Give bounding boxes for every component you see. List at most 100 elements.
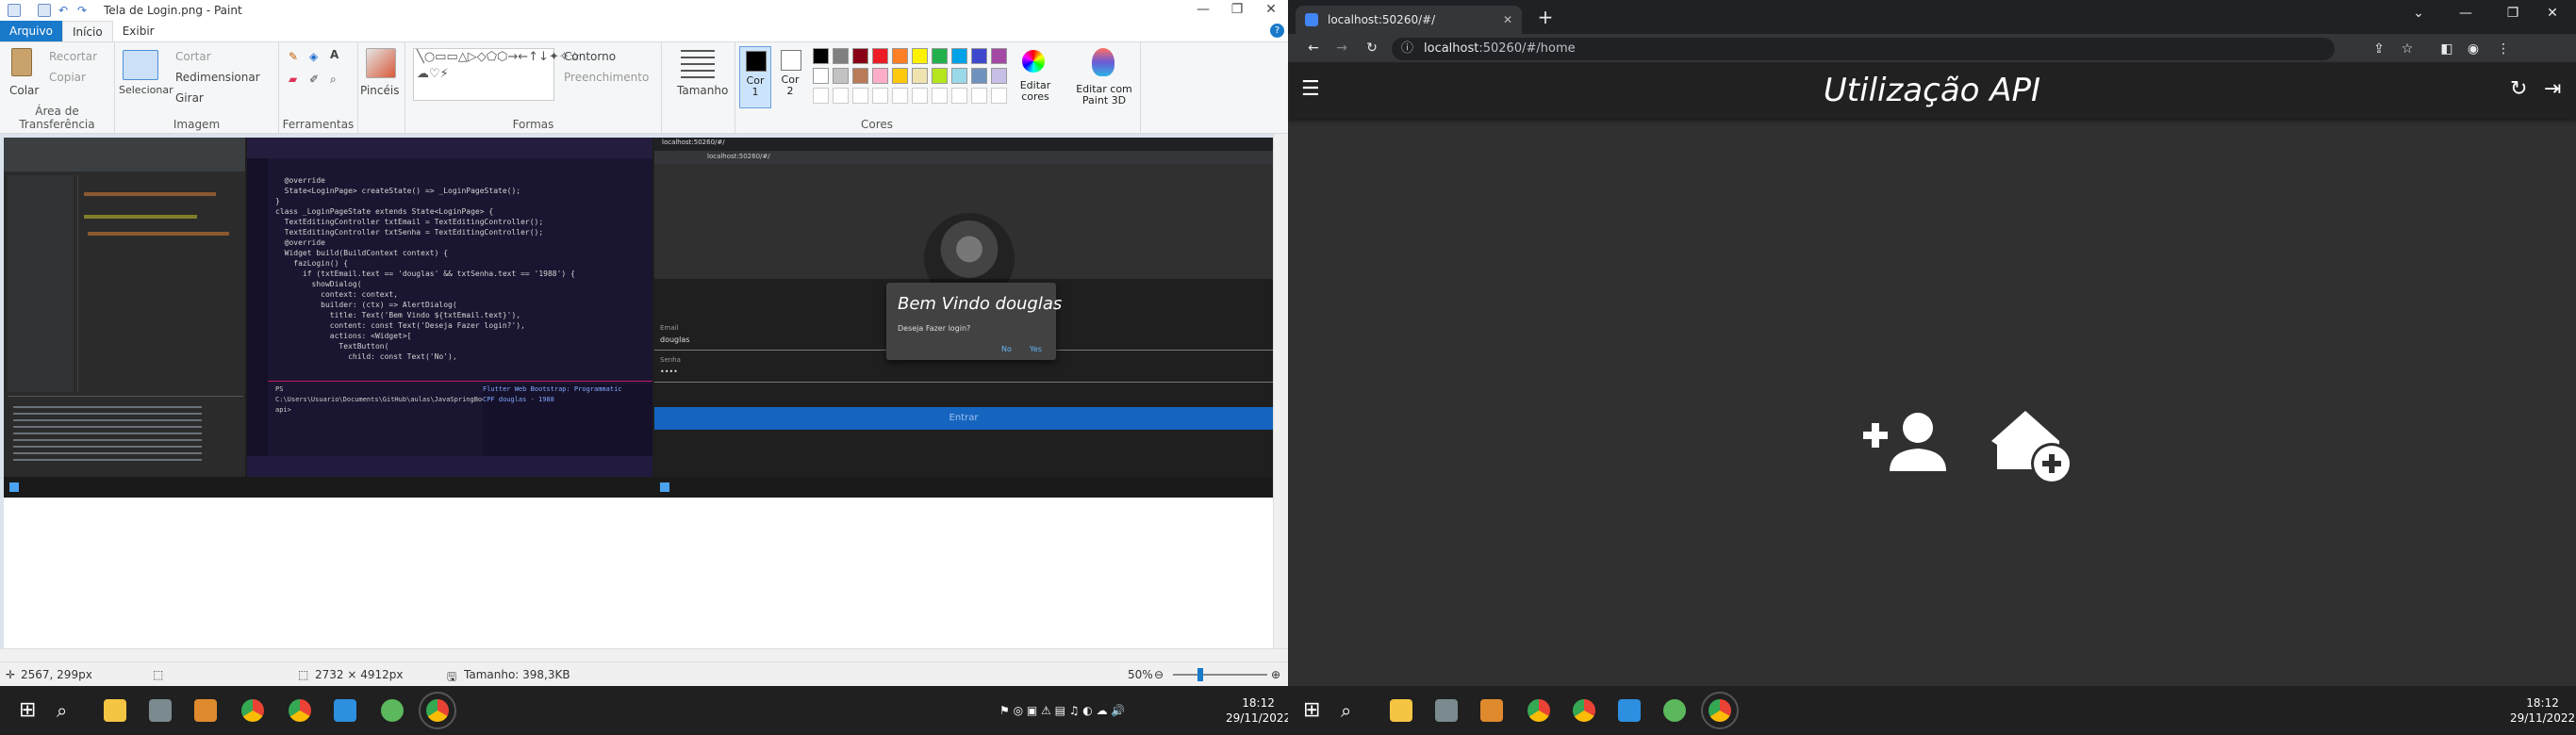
- color1-button[interactable]: Cor 1: [739, 46, 771, 108]
- custom-swatch[interactable]: [833, 88, 849, 104]
- menu-kebab-icon[interactable]: ⋮: [2487, 36, 2519, 62]
- add-home-button[interactable]: [1990, 403, 2084, 488]
- tab-inicio[interactable]: Início: [61, 21, 113, 41]
- search-icon[interactable]: ⌕: [57, 699, 79, 722]
- palette-swatch[interactable]: [971, 68, 987, 84]
- undo-icon[interactable]: ↶: [58, 4, 72, 17]
- magnifier-icon[interactable]: ⌕: [330, 73, 337, 87]
- tab-arquivo[interactable]: Arquivo: [0, 21, 62, 41]
- edit-colors-icon[interactable]: [1022, 50, 1045, 73]
- help-icon[interactable]: ?: [1270, 24, 1284, 38]
- palette-swatch[interactable]: [813, 48, 829, 64]
- palette-swatch[interactable]: [872, 68, 888, 84]
- palette-swatch[interactable]: [852, 68, 868, 84]
- size-icon[interactable]: [681, 50, 715, 78]
- add-user-button[interactable]: [1863, 403, 1957, 479]
- palette-swatch[interactable]: [892, 68, 908, 84]
- fill-icon[interactable]: ◈: [309, 50, 318, 63]
- resize-button[interactable]: Redimensionar: [175, 71, 260, 84]
- app-icon-1[interactable]: [1435, 699, 1458, 722]
- select-button[interactable]: Selecionar: [119, 84, 173, 96]
- fill-dropdown[interactable]: Preenchimento: [564, 71, 649, 84]
- eraser-icon[interactable]: ▰: [289, 73, 297, 86]
- custom-swatch[interactable]: [872, 88, 888, 104]
- paste-icon[interactable]: [11, 48, 32, 76]
- shapes-gallery[interactable]: ╲○▭▭△▷◇⬠⬡→←↑↓✦✧☆☁♡⚡: [413, 48, 580, 101]
- custom-swatch[interactable]: [971, 88, 987, 104]
- paste-button[interactable]: Colar: [9, 84, 39, 97]
- brushes-button[interactable]: Pincéis: [360, 84, 399, 97]
- vertical-scrollbar[interactable]: [1273, 134, 1288, 648]
- app-icon-1[interactable]: [149, 699, 172, 722]
- horizontal-scrollbar[interactable]: [0, 648, 1288, 662]
- chrome-icon[interactable]: [241, 699, 264, 722]
- save-icon[interactable]: [38, 4, 51, 17]
- copy-button[interactable]: Copiar: [49, 71, 86, 84]
- file-explorer-icon[interactable]: [1390, 699, 1412, 722]
- palette-swatch[interactable]: [951, 68, 967, 84]
- browser-tab[interactable]: localhost:50260/#/ ✕: [1296, 6, 1522, 34]
- chrome-icon-2[interactable]: [289, 699, 311, 722]
- custom-swatch[interactable]: [813, 88, 829, 104]
- site-info-icon[interactable]: ⓘ: [1401, 38, 1413, 60]
- zoom-slider[interactable]: [1173, 668, 1267, 681]
- spring-tools-icon[interactable]: [381, 699, 404, 722]
- size-button[interactable]: Tamanho: [677, 84, 728, 97]
- crop-button[interactable]: Cortar: [175, 50, 211, 63]
- zoom-in-button[interactable]: ⊕: [1271, 668, 1280, 681]
- color2-button[interactable]: Cor 2: [775, 46, 807, 108]
- file-explorer-icon[interactable]: [104, 699, 126, 722]
- minimize-button[interactable]: —: [2450, 0, 2482, 26]
- chrome-icon-2[interactable]: [1573, 699, 1595, 722]
- palette-swatch[interactable]: [912, 48, 928, 64]
- palette-swatch[interactable]: [813, 68, 829, 84]
- chrome-icon[interactable]: [1527, 699, 1550, 722]
- color-picker-icon[interactable]: ✐: [309, 73, 319, 86]
- close-window-button[interactable]: ✕: [2536, 0, 2568, 26]
- profile-icon[interactable]: ◉: [2457, 36, 2489, 62]
- windows-start-icon[interactable]: ⊞: [19, 699, 41, 722]
- share-icon[interactable]: ⇪: [2363, 36, 2395, 62]
- paint3d-icon[interactable]: [1092, 48, 1115, 76]
- cut-button[interactable]: Recortar: [49, 50, 97, 63]
- tab-search-icon[interactable]: ⌄: [2403, 0, 2435, 26]
- back-icon[interactable]: ←: [1297, 35, 1329, 61]
- paint-taskbar-icon[interactable]: [1480, 699, 1503, 722]
- outline-dropdown[interactable]: Contorno: [564, 50, 616, 63]
- palette-swatch[interactable]: [971, 48, 987, 64]
- palette-swatch[interactable]: [951, 48, 967, 64]
- chrome-active-icon[interactable]: [419, 692, 456, 729]
- clock[interactable]: 18:12 29/11/2022: [1226, 695, 1288, 726]
- redo-icon[interactable]: ↷: [77, 4, 91, 17]
- windows-start-icon[interactable]: ⊞: [1303, 699, 1326, 722]
- pencil-icon[interactable]: ✎: [289, 50, 298, 63]
- rotate-button[interactable]: Girar: [175, 91, 204, 105]
- tab-exibir[interactable]: Exibir: [113, 21, 164, 41]
- reload-icon[interactable]: ↻: [1356, 35, 1388, 61]
- minimize-button[interactable]: —: [1186, 0, 1220, 21]
- palette-swatch[interactable]: [912, 68, 928, 84]
- palette-swatch[interactable]: [991, 68, 1007, 84]
- select-icon[interactable]: [123, 50, 158, 80]
- custom-swatch[interactable]: [951, 88, 967, 104]
- new-tab-button[interactable]: +: [1533, 6, 1558, 30]
- clock[interactable]: 18:12 29/11/2022: [2510, 695, 2575, 726]
- search-icon[interactable]: ⌕: [1341, 699, 1363, 722]
- palette-swatch[interactable]: [852, 48, 868, 64]
- edit-colors-button[interactable]: Editar cores: [1015, 80, 1056, 103]
- zoom-out-button[interactable]: ⊖: [1154, 668, 1164, 681]
- vscode-icon[interactable]: [334, 699, 356, 722]
- custom-swatch[interactable]: [912, 88, 928, 104]
- close-tab-icon[interactable]: ✕: [1503, 13, 1512, 26]
- chrome-active-icon[interactable]: [1701, 692, 1739, 729]
- palette-swatch[interactable]: [892, 48, 908, 64]
- palette-swatch[interactable]: [833, 68, 849, 84]
- palette-swatch[interactable]: [932, 68, 948, 84]
- maximize-button[interactable]: ❐: [1220, 0, 1254, 21]
- palette-swatch[interactable]: [833, 48, 849, 64]
- custom-swatch[interactable]: [852, 88, 868, 104]
- custom-swatch[interactable]: [932, 88, 948, 104]
- vscode-icon[interactable]: [1618, 699, 1641, 722]
- tray-icons[interactable]: ⚑ ◎ ▣ ⚠ ▤ ♫ ◐ ☁ 🔊: [999, 703, 1125, 718]
- paint-taskbar-icon[interactable]: [194, 699, 217, 722]
